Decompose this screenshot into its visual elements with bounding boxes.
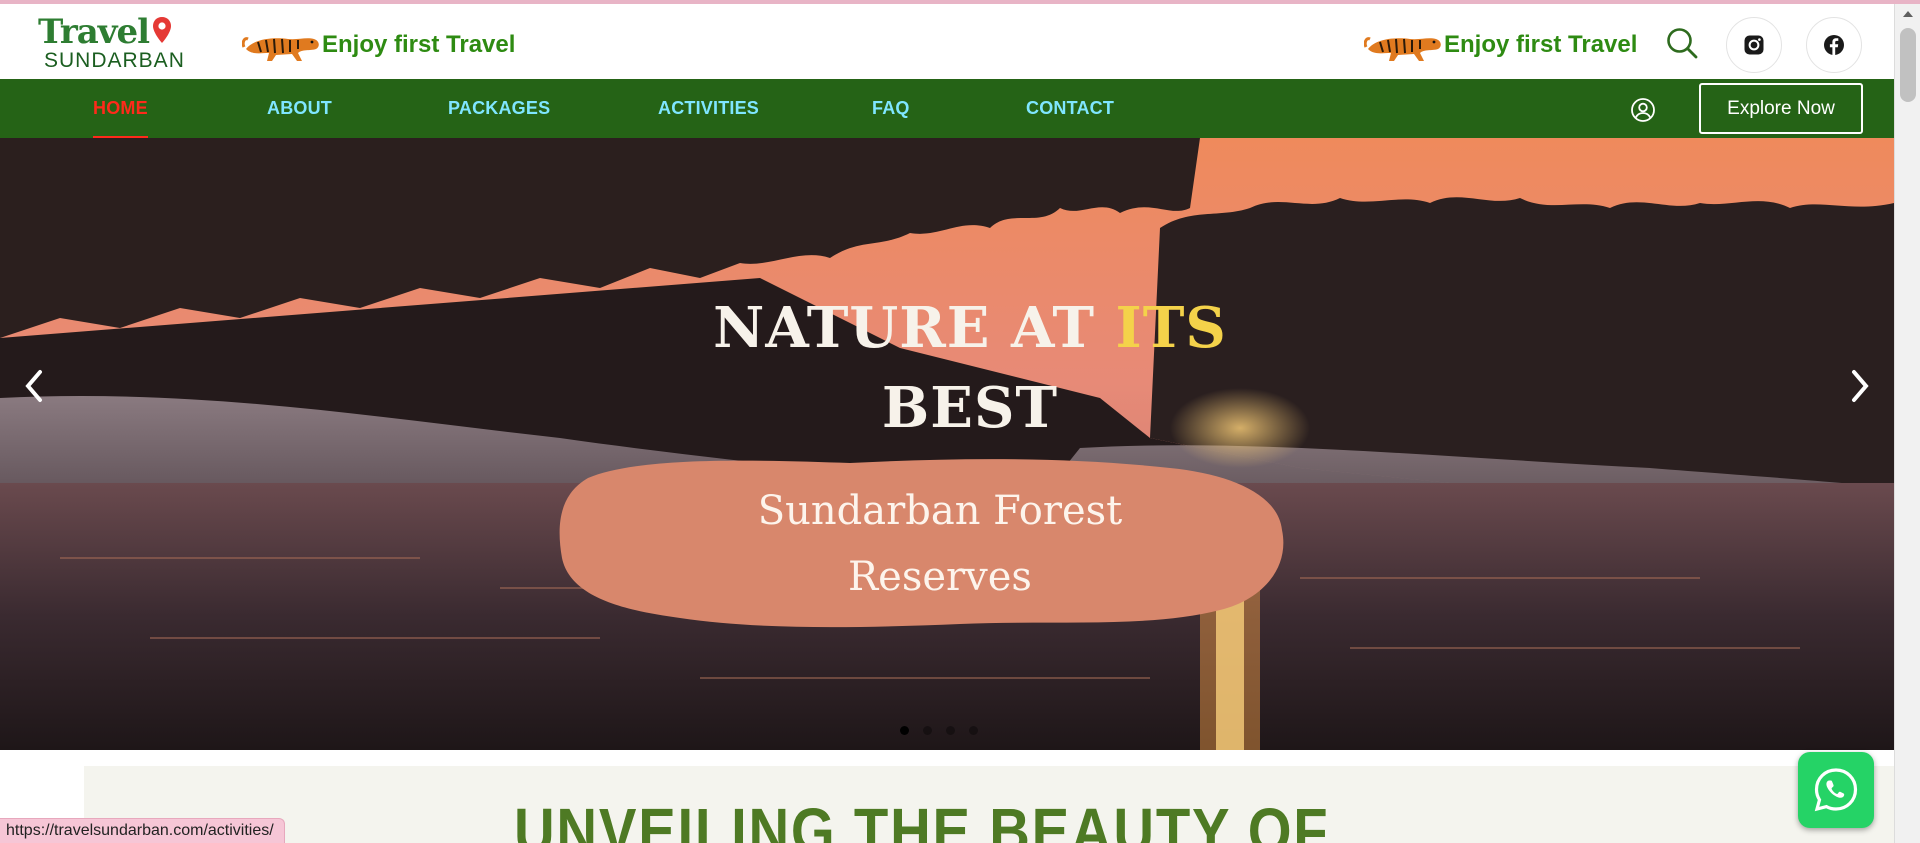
previous-slide-button[interactable] [12,364,56,408]
slide-dot-4[interactable] [969,726,978,735]
chevron-left-icon [25,370,42,402]
scroll-up-arrow-icon [1903,11,1913,17]
nav-about[interactable]: ABOUT [267,79,332,138]
intro-section: UNVEILING THE BEAUTY OF [84,766,1894,843]
logo-word: Travel [38,12,150,52]
hero-slider: NATURE AT ITS BEST Sundarban Forest Rese… [0,138,1894,750]
chevron-right-icon [1852,370,1869,402]
next-slide-button[interactable] [1838,364,1882,408]
site-header: Travel SUNDARBAN Enjoy first Travel Enjo… [0,4,1894,79]
browser-status-url: https://travelsundarban.com/activities/ [0,818,285,843]
slide-dot-2[interactable] [923,726,932,735]
hero-title: NATURE AT ITS BEST [700,288,1240,448]
search-button[interactable] [1660,21,1704,65]
logo-subtitle: SUNDARBAN [44,49,185,72]
facebook-button[interactable] [1806,17,1862,73]
nav-home[interactable]: HOME [93,79,148,138]
section-heading: UNVEILING THE BEAUTY OF [514,795,1330,843]
hero-subtitle-line2: Reserves [848,554,1032,600]
tagline-left: Enjoy first Travel [242,24,515,66]
location-pin-icon [153,17,171,43]
hero-title-part2: BEST [881,375,1059,441]
tagline-left-text: Enjoy first Travel [322,31,516,58]
tiger-icon [242,37,319,61]
hero-title-part1: NATURE AT [713,295,1116,361]
slide-dot-1[interactable] [900,726,909,735]
search-icon [1667,28,1698,59]
nav-packages[interactable]: PACKAGES [448,79,550,138]
explore-now-button[interactable]: Explore Now [1699,83,1863,134]
page-scrollbar[interactable] [1894,4,1920,843]
tagline-right: Enjoy first Travel [1364,24,1637,66]
scroll-up-button[interactable] [1895,4,1920,24]
nav-faq[interactable]: FAQ [872,79,910,138]
hero-title-highlight: ITS [1115,295,1227,361]
scrollbar-thumb[interactable] [1900,28,1916,102]
facebook-icon [1824,35,1844,55]
user-account-icon[interactable] [1630,97,1656,123]
instagram-icon [1744,35,1764,55]
whatsapp-icon [1814,768,1858,812]
nav-contact[interactable]: CONTACT [1026,79,1114,138]
site-logo[interactable]: Travel SUNDARBAN [38,12,184,72]
hero-subtitle: Sundarban Forest Reserves [640,478,1240,610]
hero-subtitle-line1: Sundarban Forest [757,488,1123,534]
slide-dot-3[interactable] [946,726,955,735]
slider-pagination [900,726,978,735]
instagram-button[interactable] [1726,17,1782,73]
tagline-right-text: Enjoy first Travel [1444,31,1638,58]
main-navigation: HOME ABOUT PACKAGES ACTIVITIES FAQ CONTA… [0,79,1894,138]
tiger-icon [1364,37,1441,61]
whatsapp-chat-button[interactable] [1798,752,1874,828]
nav-activities[interactable]: ACTIVITIES [658,79,759,138]
